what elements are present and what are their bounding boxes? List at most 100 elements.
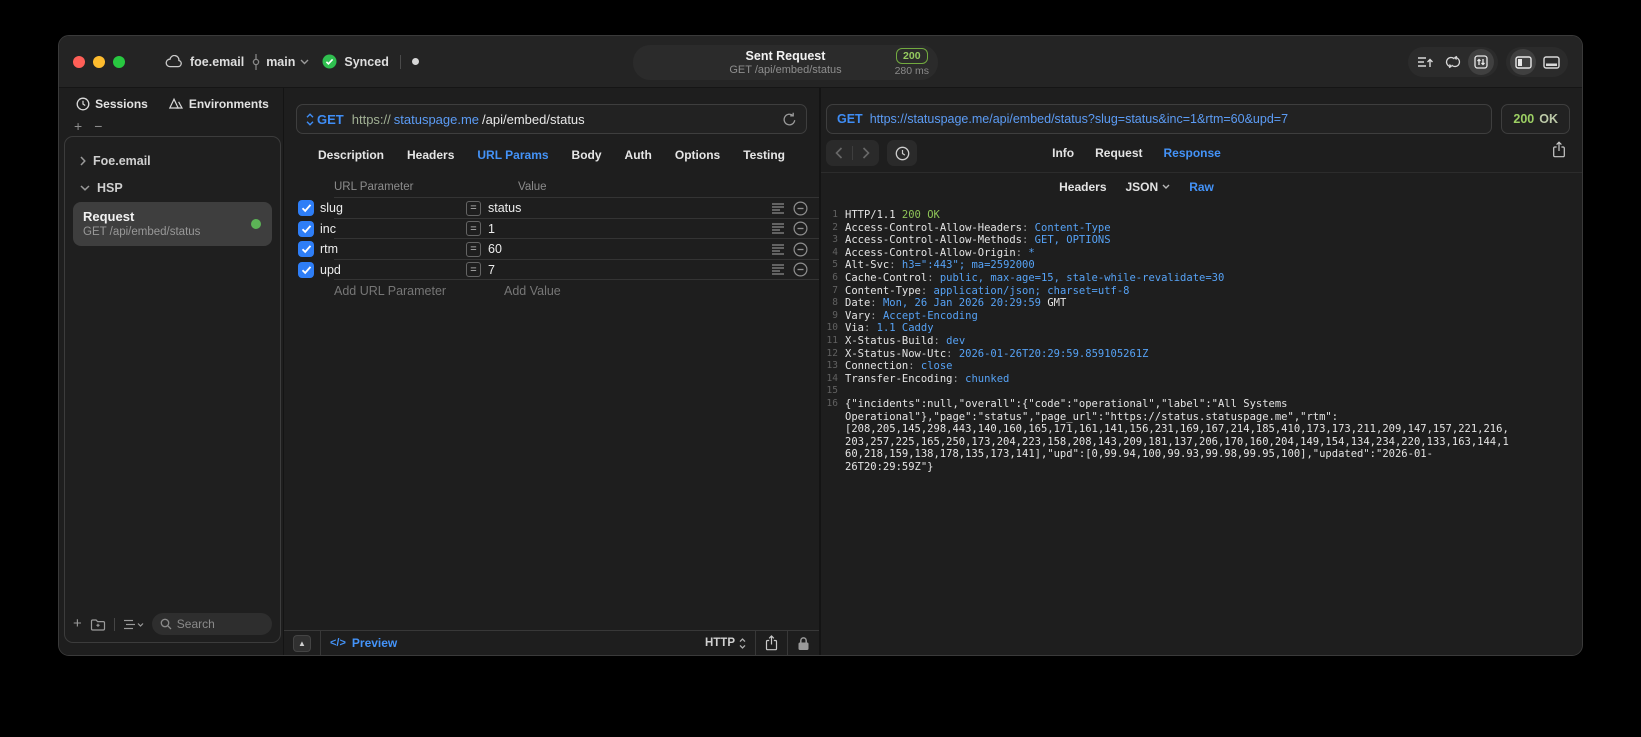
param-name-field[interactable]: inc	[320, 222, 466, 236]
editor-tab-description[interactable]: Description	[318, 148, 384, 162]
group-hsp[interactable]: HSP	[73, 174, 272, 201]
response-line-text	[845, 385, 1510, 398]
param-options-icon[interactable]	[772, 203, 785, 214]
response-line: 2 Access-Control-Allow-Headers: Content-T…	[825, 222, 1582, 235]
app-window: foe.email main Synced Sent Request GET /…	[58, 35, 1583, 656]
remove-session-button[interactable]: −	[94, 119, 102, 134]
param-row: upd = 7	[298, 260, 819, 281]
param-options-icon[interactable]	[772, 223, 785, 234]
reload-icon[interactable]	[782, 112, 797, 127]
editor-tab-options[interactable]: Options	[675, 148, 720, 162]
param-options-icon[interactable]	[772, 244, 785, 255]
param-remove-icon[interactable]	[793, 262, 808, 277]
search-box[interactable]	[151, 613, 272, 635]
export-response-icon[interactable]	[1552, 141, 1566, 158]
toggle-sidebar-button[interactable]	[1510, 49, 1536, 75]
sent-request-method: GET	[837, 112, 863, 126]
param-checkbox[interactable]	[298, 220, 314, 237]
response-subtab-raw[interactable]: Raw	[1189, 180, 1214, 194]
close-window-button[interactable]	[73, 55, 85, 68]
minimize-window-button[interactable]	[93, 55, 105, 68]
branch-selector[interactable]: main	[251, 53, 309, 70]
main-content: Sessions Environments + − Foe.email HSP …	[59, 88, 1582, 655]
sidebar: Sessions Environments + − Foe.email HSP …	[59, 88, 283, 655]
line-number: 4	[832, 246, 838, 258]
request-list-item[interactable]: Request GET /api/embed/status	[73, 202, 272, 246]
add-param-row: Add URL Parameter Add Value	[298, 280, 819, 301]
param-checkbox[interactable]	[298, 241, 314, 258]
response-tab-info[interactable]: Info	[1052, 146, 1074, 160]
param-name-field[interactable]: upd	[320, 263, 466, 277]
editor-tab-auth[interactable]: Auth	[625, 148, 652, 162]
param-name-field[interactable]: rtm	[320, 242, 466, 256]
editor-tab-url-params[interactable]: URL Params	[477, 148, 548, 162]
response-subtab-headers[interactable]: Headers	[1059, 180, 1106, 194]
tab-sessions-label: Sessions	[95, 97, 148, 111]
environments-icon	[168, 97, 184, 111]
new-request-button[interactable]: +	[73, 616, 82, 631]
chevron-down-icon	[300, 59, 309, 65]
response-line: 7 Content-Type: application/json; charset…	[825, 285, 1582, 298]
send-queue-button[interactable]	[1412, 49, 1438, 75]
layout-tools-group	[1506, 47, 1568, 77]
tab-sessions[interactable]: Sessions	[76, 97, 148, 111]
requests-tree-panel: Foe.email HSP Request GET /api/embed/sta…	[64, 136, 281, 643]
response-line: 1 HTTP/1.1 200 OK	[825, 209, 1582, 222]
collapse-panel-button[interactable]: ▲	[293, 634, 311, 652]
param-value-field[interactable]: status	[488, 201, 772, 215]
editor-tab-testing[interactable]: Testing	[743, 148, 785, 162]
response-subtab-json[interactable]: JSON	[1126, 180, 1171, 194]
project-name[interactable]: foe.email	[190, 55, 244, 69]
request-item-title: Request	[83, 209, 135, 224]
response-tab-response[interactable]: Response	[1163, 146, 1220, 160]
add-value-field[interactable]: Add Value	[504, 284, 819, 298]
method-stepper-icon[interactable]	[306, 112, 314, 126]
param-value-field[interactable]: 1	[488, 222, 772, 236]
new-folder-icon[interactable]	[90, 618, 106, 631]
param-value-field[interactable]: 7	[488, 263, 772, 277]
response-body[interactable]: 1 HTTP/1.1 200 OK 2 Access-Control-Allow-He…	[821, 200, 1582, 655]
sort-list-icon[interactable]	[123, 619, 144, 630]
response-line-text: Alt-Svc: h3=":443"; ma=2592000	[845, 259, 1035, 272]
add-session-button[interactable]: +	[74, 119, 82, 134]
divider	[113, 617, 115, 631]
editor-tab-body[interactable]: Body	[572, 148, 602, 162]
request-summary-pill[interactable]: Sent Request GET /api/embed/status 200 2…	[633, 45, 938, 80]
protocol-selector[interactable]: HTTP	[705, 637, 746, 649]
param-name-field[interactable]: slug	[320, 201, 466, 215]
toggle-bottom-panel-button[interactable]	[1538, 49, 1564, 75]
param-value-field[interactable]: 60	[488, 242, 772, 256]
zoom-window-button[interactable]	[113, 55, 125, 68]
param-remove-icon[interactable]	[793, 201, 808, 216]
param-remove-icon[interactable]	[793, 242, 808, 257]
search-input[interactable]	[176, 617, 264, 631]
sync-loop-button[interactable]	[1440, 49, 1466, 75]
share-icon[interactable]	[765, 635, 778, 651]
cloud-icon	[165, 55, 183, 68]
editor-tab-headers[interactable]: Headers	[407, 148, 454, 162]
status-code-badge: 200	[896, 48, 928, 64]
response-line-text: Transfer-Encoding: chunked	[845, 372, 1010, 385]
request-url-bar[interactable]: GET https://statuspage.me/api/embed/stat…	[296, 104, 807, 134]
preview-button[interactable]: </> Preview	[330, 636, 397, 650]
line-number: 2	[832, 221, 838, 233]
param-checkbox[interactable]	[298, 261, 314, 278]
table-header: URL Parameter Value	[298, 176, 819, 198]
param-remove-icon[interactable]	[793, 221, 808, 236]
group-foe-email[interactable]: Foe.email	[73, 147, 272, 174]
equals-icon: =	[466, 241, 481, 257]
response-line: 6 Cache-Control: public, max-age=15, stal…	[825, 272, 1582, 285]
line-number: 14	[826, 372, 838, 384]
response-line: 9 Vary: Accept-Encoding	[825, 310, 1582, 323]
add-param-field[interactable]: Add URL Parameter	[334, 284, 482, 298]
request-subtitle: GET /api/embed/status	[729, 63, 842, 76]
param-row: rtm = 60	[298, 239, 819, 260]
param-checkbox[interactable]	[298, 200, 314, 217]
param-options-icon[interactable]	[772, 264, 785, 275]
sent-request-url[interactable]: GET https://statuspage.me/api/embed/stat…	[826, 104, 1493, 134]
request-response-toggle-button[interactable]	[1468, 49, 1494, 75]
tab-environments[interactable]: Environments	[168, 97, 269, 111]
window-controls	[73, 55, 125, 68]
response-tab-request[interactable]: Request	[1095, 146, 1142, 160]
response-line-text: Content-Type: application/json; charset=…	[845, 284, 1130, 297]
